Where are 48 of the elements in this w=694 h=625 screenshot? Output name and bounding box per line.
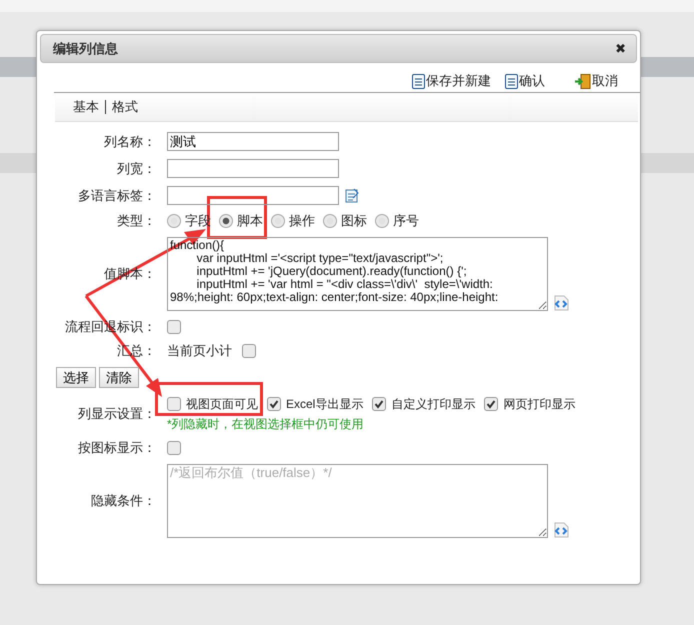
hint-text: *列隐藏时，在视图选择框中仍可使用 bbox=[167, 416, 364, 432]
width-input[interactable] bbox=[167, 159, 339, 178]
action-button[interactable]: 选择 bbox=[56, 367, 96, 388]
edit-note-icon[interactable] bbox=[345, 188, 359, 203]
radio-label: 操作 bbox=[289, 213, 315, 229]
dialog-title: 编辑列信息 bbox=[53, 40, 118, 58]
tab[interactable]: 格式 bbox=[112, 98, 138, 116]
radio-label: 图标 bbox=[341, 213, 367, 229]
field-label: 类型： bbox=[116, 213, 156, 229]
close-button[interactable]: ✖ bbox=[615, 40, 626, 56]
checkbox[interactable] bbox=[167, 320, 181, 334]
checkbox[interactable] bbox=[484, 397, 498, 411]
field-label: 列显示设置： bbox=[77, 406, 156, 422]
checkbox[interactable] bbox=[167, 397, 181, 411]
checkbox-label: 视图页面可见 bbox=[186, 396, 258, 412]
radio-button[interactable] bbox=[271, 214, 285, 228]
exit-door-icon bbox=[575, 74, 591, 88]
radio-label: 序号 bbox=[393, 213, 419, 229]
checkbox-label: Excel导出显示 bbox=[286, 396, 364, 412]
option-label: 当前页小计 bbox=[167, 343, 232, 359]
field-label: 按图标显示： bbox=[77, 440, 156, 456]
field-label: 列宽： bbox=[116, 160, 156, 176]
checkbox[interactable] bbox=[372, 397, 386, 411]
code-file-icon[interactable] bbox=[554, 295, 569, 311]
hide-condition-textarea[interactable]: /*返回布尔值（true/false）*/ bbox=[167, 464, 548, 538]
language-label-input[interactable] bbox=[167, 186, 339, 205]
document-icon bbox=[412, 74, 425, 88]
checkbox-label: 自定义打印显示 bbox=[391, 396, 476, 412]
radio-button[interactable] bbox=[323, 214, 337, 228]
field-label: 多语言标签： bbox=[77, 188, 156, 204]
action-button[interactable]: 清除 bbox=[99, 367, 139, 388]
radio-label: 脚本 bbox=[237, 213, 263, 229]
document-icon bbox=[505, 74, 518, 88]
toolbar-button[interactable]: 取消 bbox=[575, 70, 618, 92]
checkbox-label: 网页打印显示 bbox=[503, 396, 576, 412]
field-label: 列名称： bbox=[103, 134, 156, 150]
checkbox[interactable] bbox=[242, 344, 256, 358]
code-file-icon[interactable] bbox=[554, 522, 569, 538]
checkbox[interactable] bbox=[167, 441, 181, 455]
radio-button[interactable] bbox=[167, 214, 181, 228]
name-input[interactable]: 测试 bbox=[167, 132, 339, 151]
radio-button[interactable] bbox=[375, 214, 389, 228]
checkbox[interactable] bbox=[267, 397, 281, 411]
tab[interactable]: 基本 bbox=[73, 98, 99, 116]
radio-button[interactable] bbox=[219, 214, 233, 228]
toolbar-button[interactable]: 保存并新建 bbox=[412, 70, 491, 92]
field-label: 隐藏条件： bbox=[90, 493, 156, 509]
toolbar-button[interactable]: 确认 bbox=[505, 70, 545, 92]
